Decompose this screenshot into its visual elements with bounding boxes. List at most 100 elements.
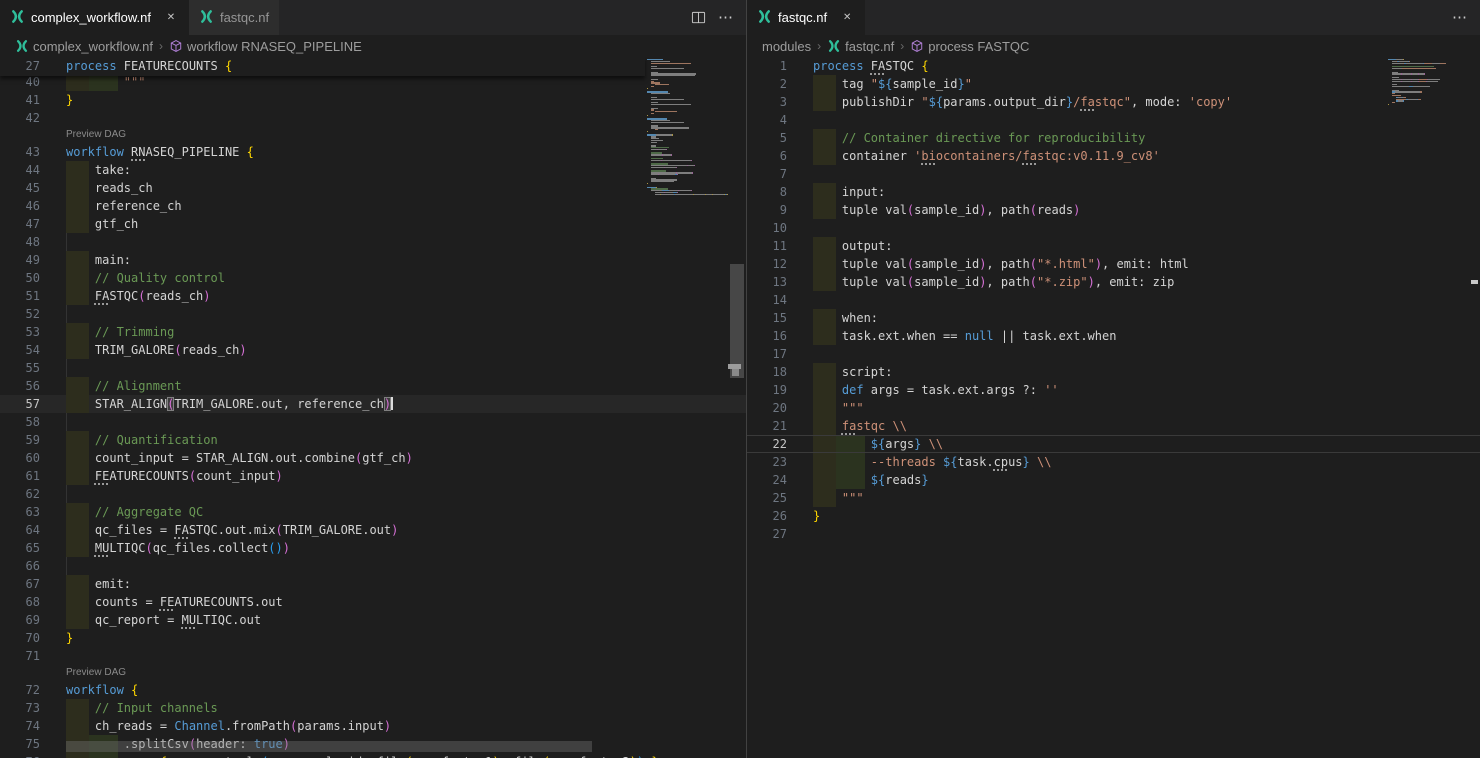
code-row[interactable]: 58: [0, 413, 746, 431]
code-row[interactable]: 74ch_reads = Channel.fromPath(params.inp…: [0, 717, 746, 735]
line-number[interactable]: 2: [747, 75, 787, 93]
codelens-preview-dag[interactable]: Preview DAG: [66, 127, 126, 143]
code-row[interactable]: 64qc_files = FASTQC.out.mix(TRIM_GALORE.…: [0, 521, 746, 539]
line-number[interactable]: 44: [0, 161, 40, 179]
breadcrumb-item-fastqc-nf[interactable]: fastqc.nf: [827, 39, 894, 54]
code-row[interactable]: 47gtf_ch: [0, 215, 746, 233]
code-row[interactable]: 42: [0, 109, 746, 127]
line-number[interactable]: 25: [747, 489, 787, 507]
line-number[interactable]: 68: [0, 593, 40, 611]
code-row[interactable]: 73// Input channels: [0, 699, 746, 717]
horizontal-scrollbar[interactable]: [66, 741, 592, 752]
code-row[interactable]: 45reads_ch: [0, 179, 746, 197]
breadcrumb-item-workflow-rnaseq-pipeline[interactable]: workflow RNASEQ_PIPELINE: [169, 39, 362, 54]
line-number[interactable]: 70: [0, 629, 40, 647]
code-row[interactable]: 53// Trimming: [0, 323, 746, 341]
code-row[interactable]: 8input:: [747, 183, 1480, 201]
line-number[interactable]: 10: [747, 219, 787, 237]
code-row[interactable]: 10: [747, 219, 1480, 237]
split-editor-icon[interactable]: [691, 10, 706, 25]
line-number[interactable]: 3: [747, 93, 787, 111]
line-number[interactable]: 1: [747, 57, 787, 75]
line-number[interactable]: 58: [0, 413, 40, 431]
line-number[interactable]: 4: [747, 111, 787, 129]
line-number[interactable]: 60: [0, 449, 40, 467]
code-row[interactable]: 50// Quality control: [0, 269, 746, 287]
line-number[interactable]: 22: [747, 436, 787, 452]
code-row[interactable]: 62: [0, 485, 746, 503]
line-number[interactable]: 19: [747, 381, 787, 399]
code-row[interactable]: 46reference_ch: [0, 197, 746, 215]
code-row[interactable]: 14: [747, 291, 1480, 309]
vertical-scrollbar-thumb[interactable]: [730, 264, 744, 378]
line-number[interactable]: 18: [747, 363, 787, 381]
breadcrumb-item-modules[interactable]: modules: [762, 39, 811, 54]
code-row[interactable]: 13tuple val(sample_id), path("*.zip"), e…: [747, 273, 1480, 291]
editor-right[interactable]: 1process FASTQC {2tag "${sample_id}"3pub…: [747, 57, 1480, 758]
line-number[interactable]: 65: [0, 539, 40, 557]
more-actions-icon[interactable]: ⋯: [718, 10, 734, 25]
line-number[interactable]: 59: [0, 431, 40, 449]
code-row[interactable]: 52: [0, 305, 746, 323]
line-number[interactable]: 55: [0, 359, 40, 377]
line-number[interactable]: 74: [0, 717, 40, 735]
code-row[interactable]: 76.map { row -> tuple(row.sample_id, fil…: [0, 753, 746, 758]
line-number[interactable]: 64: [0, 521, 40, 539]
line-number[interactable]: 43: [0, 143, 40, 161]
code-row[interactable]: 66: [0, 557, 746, 575]
code-row[interactable]: 59// Quantification: [0, 431, 746, 449]
code-row[interactable]: 6container 'biocontainers/fastqc:v0.11.9…: [747, 147, 1480, 165]
line-number[interactable]: 76: [0, 753, 40, 758]
code-row[interactable]: 18script:: [747, 363, 1480, 381]
tab-complex-workflow-nf[interactable]: complex_workflow.nf✕: [0, 0, 189, 35]
code-row[interactable]: 65MULTIQC(qc_files.collect()): [0, 539, 746, 557]
code-row[interactable]: 20""": [747, 399, 1480, 417]
line-number[interactable]: 72: [0, 681, 40, 699]
code-row[interactable]: 57STAR_ALIGN(TRIM_GALORE.out, reference_…: [0, 395, 746, 413]
code-row[interactable]: 71: [0, 647, 746, 665]
code-row[interactable]: 49main:: [0, 251, 746, 269]
code-row[interactable]: 55: [0, 359, 746, 377]
minimap-left[interactable]: [645, 59, 728, 196]
breadcrumb-item-process-fastqc[interactable]: process FASTQC: [910, 39, 1029, 54]
code-row[interactable]: 4: [747, 111, 1480, 129]
line-number[interactable]: 23: [747, 453, 787, 471]
code-row[interactable]: 11output:: [747, 237, 1480, 255]
breadcrumb-item-complex-workflow-nf[interactable]: complex_workflow.nf: [15, 39, 153, 54]
code-row[interactable]: 48: [0, 233, 746, 251]
code-row[interactable]: 44take:: [0, 161, 746, 179]
close-icon[interactable]: ✕: [163, 10, 179, 26]
minimap-right[interactable]: [1386, 59, 1450, 108]
line-number[interactable]: 20: [747, 399, 787, 417]
code-row[interactable]: 67emit:: [0, 575, 746, 593]
line-number[interactable]: 56: [0, 377, 40, 395]
line-number[interactable]: 73: [0, 699, 40, 717]
line-number[interactable]: 8: [747, 183, 787, 201]
code-row[interactable]: 69qc_report = MULTIQC.out: [0, 611, 746, 629]
line-number[interactable]: 47: [0, 215, 40, 233]
close-icon[interactable]: ✕: [839, 10, 855, 26]
line-number[interactable]: 26: [747, 507, 787, 525]
code-row[interactable]: 26}: [747, 507, 1480, 525]
line-number[interactable]: 61: [0, 467, 40, 485]
code-row[interactable]: 60count_input = STAR_ALIGN.out.combine(g…: [0, 449, 746, 467]
code-row[interactable]: 21fastqc \\: [747, 417, 1480, 435]
line-number[interactable]: 46: [0, 197, 40, 215]
sticky-scroll-line[interactable]: 27process FEATURECOUNTS {: [0, 57, 645, 76]
line-number[interactable]: 67: [0, 575, 40, 593]
line-number[interactable]: 63: [0, 503, 40, 521]
line-number[interactable]: 45: [0, 179, 40, 197]
line-number[interactable]: 7: [747, 165, 787, 183]
line-number[interactable]: 5: [747, 129, 787, 147]
line-number[interactable]: 12: [747, 255, 787, 273]
line-number[interactable]: 51: [0, 287, 40, 305]
line-number[interactable]: 48: [0, 233, 40, 251]
line-number[interactable]: 50: [0, 269, 40, 287]
code-row[interactable]: 16task.ext.when == null || task.ext.when: [747, 327, 1480, 345]
more-actions-icon[interactable]: ⋯: [1452, 10, 1468, 25]
editor-left[interactable]: 40"""41}42Preview DAG43workflow RNASEQ_P…: [0, 57, 746, 758]
code-row[interactable]: 70}: [0, 629, 746, 647]
code-row[interactable]: 25""": [747, 489, 1480, 507]
code-row[interactable]: 2tag "${sample_id}": [747, 75, 1480, 93]
tab-fastqc-nf[interactable]: fastqc.nf✕: [747, 0, 865, 35]
